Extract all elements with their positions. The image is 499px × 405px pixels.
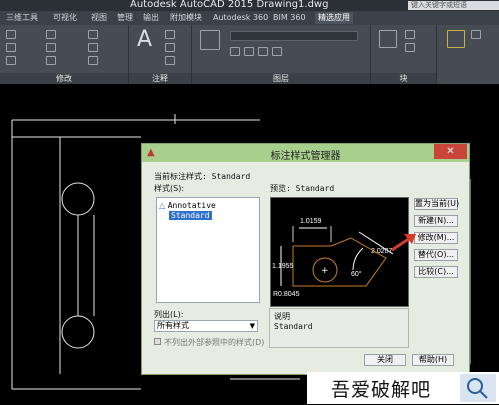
fillet-icon[interactable] xyxy=(88,43,98,52)
ribbon-panel-modify: 修改 xyxy=(0,25,129,84)
ribbon-panel-block: 块 xyxy=(371,25,437,84)
preview-dim-angle: 60° xyxy=(351,270,362,278)
new-button[interactable]: 新建(N)... xyxy=(414,215,458,227)
dialog-title: 标注样式管理器 xyxy=(270,151,341,162)
close-button[interactable]: 关闭 xyxy=(364,354,406,366)
edit-block-icon[interactable] xyxy=(405,43,415,52)
ribbon-panel-label-annotation: 注释 xyxy=(129,73,191,84)
tab-manage[interactable]: 管理 xyxy=(114,12,136,24)
ribbon-panel-label-modify: 修改 xyxy=(0,73,128,84)
ribbon-panel-label-layers: 图层 xyxy=(192,73,370,84)
current-style-label: 当前标注样式: Standard xyxy=(154,172,251,181)
preview-dim-vertical: 1.1955 xyxy=(272,263,294,270)
match-properties-icon[interactable] xyxy=(447,30,465,48)
preview-dim-horizontal: 1.0159 xyxy=(300,218,322,225)
text-tool-icon[interactable]: A xyxy=(137,27,152,52)
dimension-style-manager-dialog: ▲ 标注样式管理器 ✕ 当前标注样式: Standard 样式(S): △ An… xyxy=(141,143,470,375)
layer-lock-icon[interactable] xyxy=(258,47,268,56)
compare-button[interactable]: 比较(C)... xyxy=(414,266,458,278)
tab-addins[interactable]: 附加模块 xyxy=(167,12,205,24)
layer-dropdown[interactable] xyxy=(230,31,358,41)
scale-icon[interactable] xyxy=(46,56,56,65)
ribbon-panel-label-block: 块 xyxy=(371,73,436,84)
override-button[interactable]: 替代(O)... xyxy=(414,249,458,261)
chevron-down-icon: ▼ xyxy=(249,322,255,330)
leader-icon[interactable] xyxy=(165,43,175,52)
description-label: 说明 xyxy=(274,312,290,321)
center-mark-icon: + xyxy=(321,266,329,276)
dialog-title-bar[interactable]: ▲ 标注样式管理器 ✕ xyxy=(142,144,469,162)
style-name: Standard xyxy=(171,211,210,220)
ribbon-panel-layers: 图层 xyxy=(192,25,371,84)
tab-visualize[interactable]: 可视化 xyxy=(50,12,80,24)
annotative-icon: △ xyxy=(159,201,166,210)
color-swatch-icon[interactable] xyxy=(471,30,481,39)
copy-icon[interactable] xyxy=(6,43,16,52)
list-item[interactable]: △ Annotative xyxy=(159,201,216,210)
tab-featured-apps[interactable]: 精选应用 xyxy=(315,12,353,24)
annotation-arrow-icon xyxy=(391,234,416,252)
title-bar: Autodesk AutoCAD 2015 Drawing1.dwg 键入关键字… xyxy=(0,0,499,11)
layer-match-icon[interactable] xyxy=(272,47,282,56)
create-block-icon[interactable] xyxy=(405,30,415,39)
exclude-xref-checkbox[interactable] xyxy=(154,338,161,345)
mirror-icon[interactable] xyxy=(46,43,56,52)
tab-autodesk-360[interactable]: Autodesk 360 xyxy=(210,12,271,24)
ribbon: 修改 A 注释 图层 块 xyxy=(0,25,499,84)
exclude-xref-label: 不列出外部参照中的样式(D) xyxy=(164,338,265,347)
layer-properties-icon[interactable] xyxy=(200,30,220,50)
insert-block-icon[interactable] xyxy=(379,30,397,48)
preview-label: 预览: Standard xyxy=(270,184,335,193)
search-input[interactable]: 键入关键字或短语 xyxy=(408,1,499,10)
layer-on-icon[interactable] xyxy=(230,47,240,56)
styles-list[interactable]: △ Annotative Standard xyxy=(156,197,260,303)
tab-view[interactable]: 视图 xyxy=(88,12,110,24)
set-current-button[interactable]: 置为当前(U) xyxy=(414,198,459,210)
ribbon-panel-properties xyxy=(437,25,499,84)
modify-button[interactable]: 修改(M)... xyxy=(414,232,458,244)
tab-3d-tools[interactable]: 三维工具 xyxy=(3,12,41,24)
tab-output[interactable]: 输出 xyxy=(140,12,162,24)
preview-dim-radius: R0.8045 xyxy=(273,291,300,298)
stretch-icon[interactable] xyxy=(6,56,16,65)
tab-bim-360[interactable]: BIM 360 xyxy=(270,12,309,24)
styles-label: 样式(S): xyxy=(154,184,185,193)
description-box: 说明 Standard xyxy=(269,308,409,348)
close-icon[interactable]: ✕ xyxy=(434,144,467,159)
linear-dim-icon[interactable] xyxy=(165,30,175,39)
table-icon[interactable] xyxy=(165,56,175,65)
list-label: 列出(L): xyxy=(154,310,184,319)
watermark-search-icon xyxy=(460,374,496,402)
array-icon[interactable] xyxy=(88,56,98,65)
list-filter-dropdown[interactable]: 所有样式 ▼ xyxy=(154,320,258,332)
layer-freeze-icon[interactable] xyxy=(244,47,254,56)
ribbon-tab-bar: 三维工具 可视化 视图 管理 输出 附加模块 Autodesk 360 BIM … xyxy=(0,11,499,26)
list-filter-value: 所有样式 xyxy=(157,321,189,330)
help-button[interactable]: 帮助(H) xyxy=(412,354,454,366)
ribbon-panel-annotation: A 注释 xyxy=(129,25,192,84)
style-name: Annotative xyxy=(167,201,216,210)
description-value: Standard xyxy=(274,322,313,331)
window-title: Autodesk AutoCAD 2015 Drawing1.dwg xyxy=(130,0,329,10)
style-preview: 1.0159 1.1955 2.0207 60° R0.8045 + xyxy=(270,197,409,307)
list-item-selected[interactable]: Standard xyxy=(169,211,212,220)
watermark-text: 吾爱破解吧 xyxy=(331,379,432,401)
move-icon[interactable] xyxy=(6,30,16,39)
trim-icon[interactable] xyxy=(88,30,98,39)
preview-drawing: 1.0159 1.1955 2.0207 60° R0.8045 + xyxy=(272,218,394,298)
rotate-icon[interactable] xyxy=(46,30,56,39)
